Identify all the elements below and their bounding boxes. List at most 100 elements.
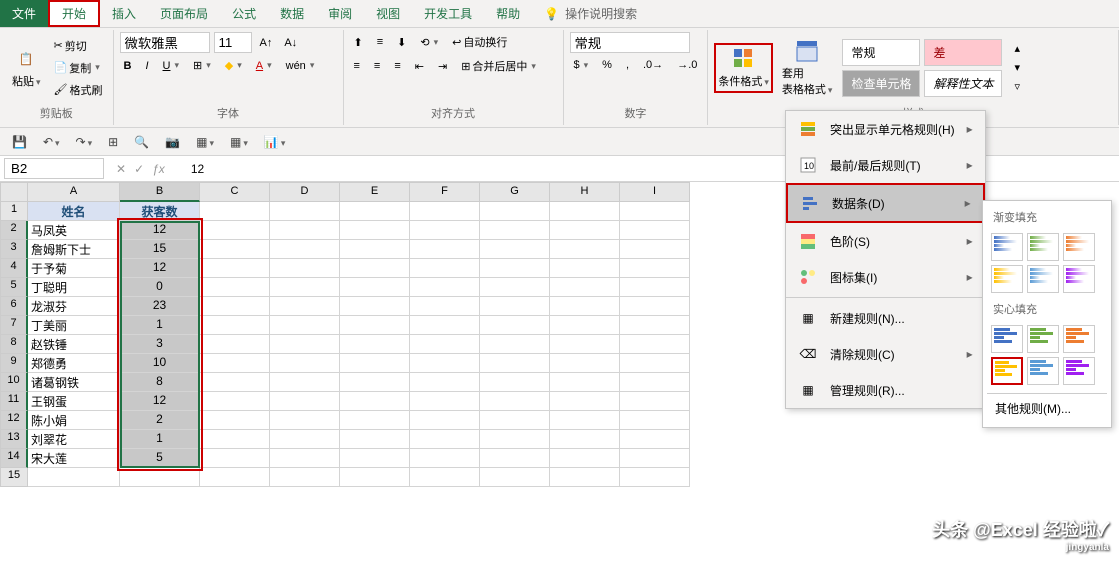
cancel-formula-button[interactable]: ✕ xyxy=(116,162,126,176)
databar-solid-4[interactable] xyxy=(1027,357,1059,385)
cell-C7[interactable] xyxy=(200,316,270,335)
cell-I1[interactable] xyxy=(620,202,690,221)
cell-H9[interactable] xyxy=(550,354,620,373)
row-header-15[interactable]: 15 xyxy=(0,468,28,487)
increase-indent-button[interactable]: ⇥ xyxy=(434,58,451,75)
cell-I12[interactable] xyxy=(620,411,690,430)
cell-I6[interactable] xyxy=(620,297,690,316)
cell-I10[interactable] xyxy=(620,373,690,392)
databar-gradient-2[interactable] xyxy=(1063,233,1095,261)
cell-G1[interactable] xyxy=(480,202,550,221)
col-header-I[interactable]: I xyxy=(620,182,690,202)
row-header-10[interactable]: 10 xyxy=(0,373,28,392)
number-format-select[interactable] xyxy=(570,32,690,53)
border-button[interactable]: ⊞ xyxy=(189,57,215,74)
qat-btn-2[interactable]: 🔍 xyxy=(130,133,153,151)
cell-I13[interactable] xyxy=(620,430,690,449)
cell-C2[interactable] xyxy=(200,221,270,240)
cell-F2[interactable] xyxy=(410,221,480,240)
increase-decimal-button[interactable]: .0→ xyxy=(639,57,667,73)
menu-highlight-rules[interactable]: 突出显示单元格规则(H)▸ xyxy=(786,111,985,147)
cell-D6[interactable] xyxy=(270,297,340,316)
cell-F9[interactable] xyxy=(410,354,480,373)
cell-B2[interactable]: 12 xyxy=(120,221,200,240)
menu-insert[interactable]: 插入 xyxy=(100,0,148,27)
cell-B6[interactable]: 23 xyxy=(120,297,200,316)
databar-solid-0[interactable] xyxy=(991,325,1023,353)
cell-F14[interactable] xyxy=(410,449,480,468)
cell-E7[interactable] xyxy=(340,316,410,335)
cell-E15[interactable] xyxy=(340,468,410,487)
cut-button[interactable]: ✂ 剪切 xyxy=(50,36,107,56)
cell-I8[interactable] xyxy=(620,335,690,354)
databar-gradient-1[interactable] xyxy=(1027,233,1059,261)
cell-B3[interactable]: 15 xyxy=(120,240,200,259)
row-header-6[interactable]: 6 xyxy=(0,297,28,316)
currency-button[interactable]: $ xyxy=(570,57,593,73)
qat-btn-6[interactable]: 📊 xyxy=(260,133,289,151)
font-size-select[interactable] xyxy=(214,32,252,53)
cell-D10[interactable] xyxy=(270,373,340,392)
menu-clear-rules[interactable]: ⌫ 清除规则(C)▸ xyxy=(786,336,985,372)
bold-button[interactable]: B xyxy=(120,57,136,74)
qat-btn-3[interactable]: 📷 xyxy=(161,133,184,151)
cell-H5[interactable] xyxy=(550,278,620,297)
percent-button[interactable]: % xyxy=(598,57,616,73)
styles-up-button[interactable]: ▴ xyxy=(1010,40,1024,57)
menu-formulas[interactable]: 公式 xyxy=(220,0,268,27)
cell-G12[interactable] xyxy=(480,411,550,430)
cell-H4[interactable] xyxy=(550,259,620,278)
cell-B11[interactable]: 12 xyxy=(120,392,200,411)
databar-solid-5[interactable] xyxy=(1063,357,1095,385)
cells-area[interactable]: 姓名获客数马凤英12詹姆斯下士15于予菊12丁聪明0龙淑芬23丁美丽1赵铁锤3郑… xyxy=(28,202,690,487)
cell-D9[interactable] xyxy=(270,354,340,373)
cell-A9[interactable]: 郑德勇 xyxy=(28,354,120,373)
cell-F6[interactable] xyxy=(410,297,480,316)
cell-G14[interactable] xyxy=(480,449,550,468)
cell-E2[interactable] xyxy=(340,221,410,240)
cell-F1[interactable] xyxy=(410,202,480,221)
cell-A3[interactable]: 詹姆斯下士 xyxy=(28,240,120,259)
styles-down-button[interactable]: ▾ xyxy=(1010,59,1024,76)
row-header-5[interactable]: 5 xyxy=(0,278,28,297)
cell-A2[interactable]: 马凤英 xyxy=(28,221,120,240)
row-header-4[interactable]: 4 xyxy=(0,259,28,278)
cell-I2[interactable] xyxy=(620,221,690,240)
menu-data[interactable]: 数据 xyxy=(268,0,316,27)
cell-B1[interactable]: 获客数 xyxy=(120,202,200,221)
menu-layout[interactable]: 页面布局 xyxy=(148,0,220,27)
enter-formula-button[interactable]: ✓ xyxy=(134,162,144,176)
cell-F13[interactable] xyxy=(410,430,480,449)
cell-G6[interactable] xyxy=(480,297,550,316)
format-painter-button[interactable]: 🖌 格式刷 xyxy=(50,80,107,100)
cell-F10[interactable] xyxy=(410,373,480,392)
menu-data-bars[interactable]: 数据条(D)▸ xyxy=(786,183,985,223)
orientation-button[interactable]: ⟲ xyxy=(416,34,442,51)
cell-C12[interactable] xyxy=(200,411,270,430)
cell-I11[interactable] xyxy=(620,392,690,411)
align-bottom-button[interactable]: ⬇ xyxy=(393,34,410,51)
databar-gradient-0[interactable] xyxy=(991,233,1023,261)
cell-F11[interactable] xyxy=(410,392,480,411)
cell-C5[interactable] xyxy=(200,278,270,297)
fx-icon[interactable]: ƒx xyxy=(152,162,165,176)
cell-E1[interactable] xyxy=(340,202,410,221)
name-box[interactable] xyxy=(4,158,104,179)
databar-gradient-5[interactable] xyxy=(1063,265,1095,293)
cell-C1[interactable] xyxy=(200,202,270,221)
row-header-9[interactable]: 9 xyxy=(0,354,28,373)
styles-more-button[interactable]: ▿ xyxy=(1010,78,1024,95)
menu-color-scales[interactable]: 色阶(S)▸ xyxy=(786,223,985,259)
cell-F12[interactable] xyxy=(410,411,480,430)
menu-view[interactable]: 视图 xyxy=(364,0,412,27)
cell-C9[interactable] xyxy=(200,354,270,373)
cell-G3[interactable] xyxy=(480,240,550,259)
cell-E11[interactable] xyxy=(340,392,410,411)
row-header-12[interactable]: 12 xyxy=(0,411,28,430)
cell-I9[interactable] xyxy=(620,354,690,373)
style-check[interactable]: 检查单元格 xyxy=(842,70,920,97)
row-header-1[interactable]: 1 xyxy=(0,202,28,221)
cell-I14[interactable] xyxy=(620,449,690,468)
databar-solid-2[interactable] xyxy=(1063,325,1095,353)
align-top-button[interactable]: ⬆ xyxy=(350,34,367,51)
